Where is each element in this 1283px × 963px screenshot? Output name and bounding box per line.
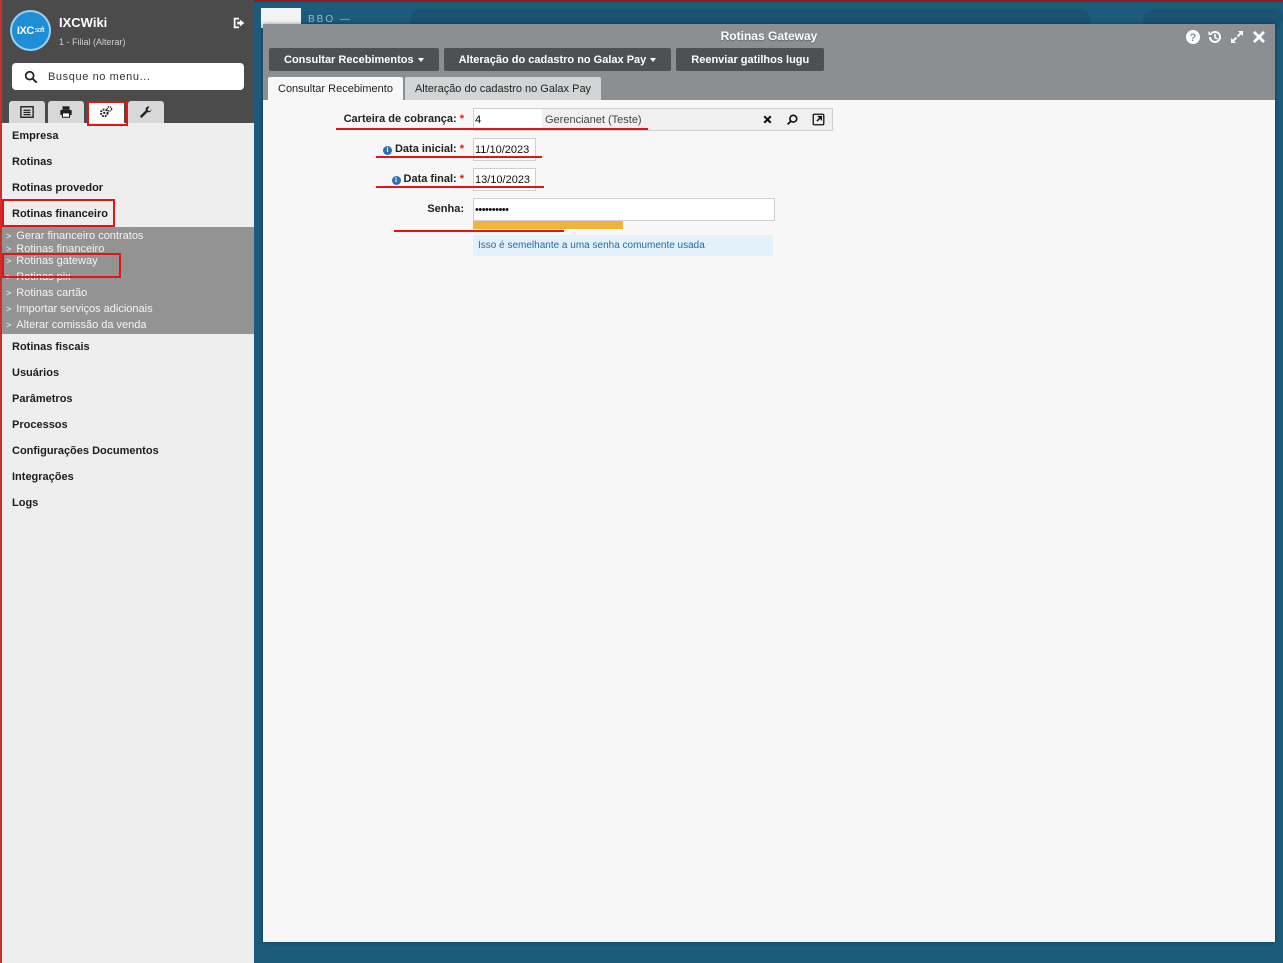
chevron-right-icon: > [6, 231, 12, 241]
highlight-underline-data-final [376, 186, 544, 188]
window-title: Rotinas Gateway [720, 29, 818, 43]
list-icon [20, 106, 34, 118]
tab-list[interactable] [9, 101, 45, 123]
highlight-underline-carteira [336, 128, 648, 130]
help-icon[interactable]: ? [1185, 29, 1201, 45]
open-external-icon[interactable] [812, 113, 825, 126]
search-icon[interactable] [786, 113, 799, 126]
svg-text:?: ? [1190, 32, 1197, 44]
carteira-code-input[interactable]: 4 [474, 109, 542, 130]
reenviar-gatilhos-button[interactable]: Reenviar gatilhos lugu [676, 48, 825, 71]
window-titlebar: Rotinas Gateway ? Consultar Recebimentos… [263, 24, 1275, 100]
clear-icon[interactable] [761, 113, 774, 126]
sidebar-edge-line [0, 0, 2, 963]
submenu-item[interactable]: > Alterar comissão da venda [0, 317, 254, 333]
chevron-right-icon: > [6, 304, 12, 314]
caret-down-icon [417, 57, 424, 62]
highlight-underline-senha [394, 230, 564, 232]
caret-down-icon [650, 57, 657, 62]
tab-consultar-recebimento[interactable]: Consultar Recebimento [268, 77, 403, 100]
logout-icon[interactable] [232, 16, 246, 30]
maximize-icon[interactable] [1229, 29, 1245, 45]
submenu-rotinas-financeiro: > Gerar financeiro contratos > Rotinas fin… [0, 227, 254, 334]
sidebar: IXC soft IXCWiki 1 - Filial (Alterar) Bu… [0, 0, 254, 963]
menu-item-rotinas-fiscais[interactable]: Rotinas fiscais [0, 334, 254, 360]
app-title: IXCWiki [59, 15, 108, 30]
menu-item-integracoes[interactable]: Integrações [0, 464, 254, 490]
menu-search [12, 63, 244, 90]
carteira-label: Carteira de cobrança: * [343, 113, 464, 125]
window-tabs: Consultar Recebimento Alteração do cadas… [268, 77, 602, 100]
tab-tools[interactable] [128, 101, 164, 123]
submenu-item[interactable]: > Rotinas cartão [0, 285, 254, 301]
menu-item-empresa[interactable]: Empresa [0, 123, 254, 149]
wrench-icon [140, 106, 152, 118]
menu-item-rotinas[interactable]: Rotinas [0, 149, 254, 175]
submenu-item[interactable]: > Importar serviços adicionais [0, 301, 254, 317]
senha-input[interactable]: •••••••••• [473, 198, 775, 221]
menu-item-usuarios[interactable]: Usuários [0, 360, 254, 386]
close-icon[interactable] [1251, 29, 1267, 45]
password-hint: Isso é semelhante a uma senha comumente … [473, 235, 773, 256]
highlight-rotinas-financeiro [2, 199, 115, 227]
window-controls: ? [1185, 29, 1267, 45]
search-input[interactable] [48, 66, 238, 87]
chevron-right-icon: > [6, 320, 12, 330]
highlight-rotinas-gateway [2, 253, 121, 278]
logo: IXC soft [10, 10, 51, 51]
chevron-right-icon: > [6, 244, 12, 253]
data-inicial-label: i Data inicial: * [382, 143, 464, 155]
menu-item-configuracoes-documentos[interactable]: Configurações Documentos [0, 438, 254, 464]
tab-alteracao-galax-pay[interactable]: Alteração do cadastro no Galax Pay [404, 77, 602, 100]
search-icon [24, 70, 38, 84]
history-icon[interactable] [1207, 29, 1223, 45]
highlight-underline-data-inicial [376, 156, 542, 158]
consultar-recebimentos-button[interactable]: Consultar Recebimentos [269, 48, 439, 71]
print-icon [60, 106, 72, 118]
carteira-description: Gerencianet (Teste) [545, 113, 642, 126]
menu-item-rotinas-provedor[interactable]: Rotinas provedor [0, 175, 254, 201]
menu-item-parametros[interactable]: Parâmetros [0, 386, 254, 412]
alteracao-galax-pay-button[interactable]: Alteração do cadastro no Galax Pay [443, 48, 672, 71]
submenu-item[interactable]: > Gerar financeiro contratos [0, 228, 254, 244]
info-icon[interactable]: i [382, 146, 392, 155]
senha-label: Senha: [427, 203, 464, 215]
menu-item-processos[interactable]: Processos [0, 412, 254, 438]
rotinas-gateway-window: Rotinas Gateway ? Consultar Recebimentos… [263, 24, 1275, 942]
data-final-label: i Data final: * [391, 173, 464, 185]
menu-item-logs[interactable]: Logs [0, 490, 254, 516]
submenu-item[interactable]: > Rotinas financeiro [0, 244, 254, 253]
password-strength-bar [473, 221, 623, 229]
sidebar-menu: Empresa Rotinas Rotinas provedor Rotinas… [0, 123, 254, 516]
branch-selector[interactable]: 1 - Filial (Alterar) [59, 37, 126, 47]
tab-print[interactable] [48, 101, 84, 123]
chevron-right-icon: > [6, 288, 12, 298]
info-icon[interactable]: i [391, 176, 401, 185]
window-toolbar: Consultar Recebimentos Alteração do cada… [269, 48, 825, 71]
